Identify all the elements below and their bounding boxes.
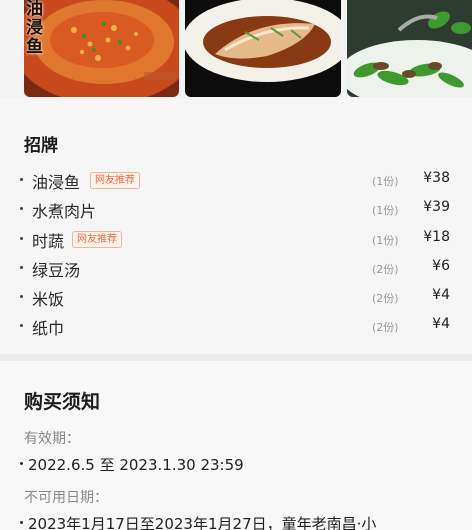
menu-item: 时蔬 网友推荐 (1份) ¥18 [20, 227, 452, 251]
menu-item-quantity: (2份) [372, 263, 399, 276]
menu-item-quantity: (2份) [372, 292, 399, 305]
photo-caption: 油浸鱼 [26, 0, 43, 57]
bullet [20, 178, 23, 181]
bullet [20, 521, 23, 524]
menu-item: 油浸鱼 网友推荐 (1份) ¥38 [20, 168, 452, 192]
bullet [20, 324, 23, 327]
menu-item-quantity: (1份) [372, 175, 399, 188]
section-divider [0, 354, 472, 361]
purchase-notes-section: 购买须知 有效期： 2022.6.5 至 2023.1.30 23:59 不可用… [0, 361, 472, 530]
dish-photo-strip: 油浸鱼 [0, 0, 472, 98]
bullet [20, 266, 23, 269]
unavailable-dates-label: 不可用日期： [24, 490, 108, 506]
validity-text: 2022.6.5 至 2023.1.30 23:59 [28, 456, 244, 474]
menu-item-quantity: (2份) [372, 321, 399, 334]
menu-item: 绿豆汤 (2份) ¥6 [20, 256, 452, 280]
validity-label: 有效期： [24, 431, 80, 447]
menu-item-name: 时蔬 [32, 232, 65, 251]
unavailable-dates-value: 2023年1月17日至2023年1月27日，童年老南昌·小 [20, 513, 376, 530]
menu-title: 招牌 [24, 136, 58, 156]
validity-value: 2022.6.5 至 2023.1.30 23:59 [20, 454, 244, 475]
unavailable-dates-text: 2023年1月17日至2023年1月27日，童年老南昌·小 [28, 515, 377, 530]
dish-photo-steamed-fish[interactable] [185, 0, 341, 97]
menu-item-name: 纸巾 [32, 319, 65, 338]
menu-item-price: ¥38 [423, 170, 450, 186]
bullet [20, 237, 23, 240]
menu-item: 水煮肉片 (1份) ¥39 [20, 197, 452, 221]
menu-item-price: ¥4 [432, 287, 450, 303]
dish-photo-stir-fried-greens[interactable] [347, 0, 472, 97]
bullet [20, 207, 23, 210]
menu-item-price: ¥4 [432, 316, 450, 332]
menu-item-name: 绿豆汤 [32, 261, 81, 280]
bullet [20, 295, 23, 298]
menu-item-price: ¥39 [423, 199, 450, 215]
notes-title: 购买须知 [24, 391, 101, 413]
menu-item-quantity: (1份) [372, 234, 399, 247]
menu-item: 米饭 (2份) ¥4 [20, 285, 452, 309]
menu-item-price: ¥6 [432, 258, 450, 274]
dish-photo-fish-in-oil[interactable]: 油浸鱼 [24, 0, 179, 97]
menu-item-quantity: (1份) [372, 204, 399, 217]
menu-section: 招牌 油浸鱼 网友推荐 (1份) ¥38 水煮肉片 (1份) ¥39 时蔬 网友… [0, 98, 472, 354]
menu-item-name: 米饭 [32, 290, 65, 309]
recommended-badge: 网友推荐 [72, 231, 122, 248]
menu-item-name: 油浸鱼 [32, 173, 81, 192]
recommended-badge: 网友推荐 [90, 172, 140, 189]
bullet [20, 462, 23, 465]
menu-item-name: 水煮肉片 [32, 202, 97, 221]
menu-item-price: ¥18 [423, 229, 450, 245]
menu-item: 纸巾 (2份) ¥4 [20, 314, 452, 338]
